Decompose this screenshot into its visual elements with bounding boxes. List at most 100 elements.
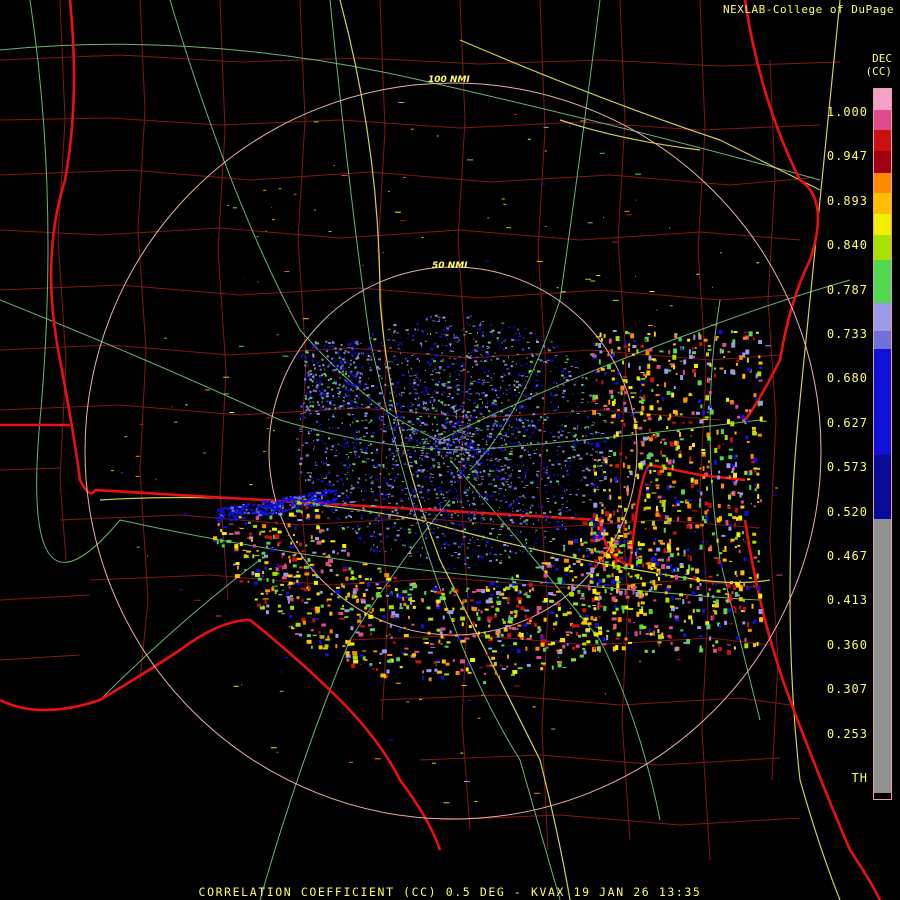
echo-pixel	[390, 472, 393, 474]
echo-pixel	[313, 367, 316, 370]
echo-pixel	[522, 464, 524, 466]
echo-pixel	[512, 429, 515, 432]
echo-pixel	[565, 510, 569, 513]
echo-pixel	[462, 535, 466, 538]
echo-pixel	[640, 411, 644, 416]
echo-pixel	[653, 331, 656, 337]
echo-pixel	[515, 502, 519, 504]
echo-pixel	[717, 475, 721, 480]
echo-pixel	[380, 416, 384, 418]
echo-pixel	[544, 413, 546, 415]
echo-pixel	[431, 379, 434, 381]
echo-pixel	[755, 398, 759, 401]
echo-pixel	[442, 494, 444, 496]
echo-pixel	[316, 430, 319, 431]
echo-pixel	[481, 535, 485, 537]
echo-pixel	[434, 347, 437, 349]
echo-pixel	[402, 392, 405, 394]
echo-pixel	[458, 523, 462, 526]
echo-pixel	[641, 582, 646, 587]
echo-pixel	[592, 534, 596, 540]
echo-pixel	[356, 613, 361, 616]
echo-pixel	[742, 599, 745, 602]
echo-pixel	[264, 513, 269, 516]
echo-pixel	[441, 424, 444, 427]
echo-pixel	[279, 690, 284, 692]
echo-pixel	[645, 562, 648, 565]
echo-pixel	[443, 413, 447, 416]
echo-pixel	[371, 504, 375, 507]
echo-pixel	[341, 549, 346, 552]
echo-pixel	[568, 509, 571, 511]
echo-pixel	[453, 380, 456, 382]
echo-pixel	[498, 459, 502, 461]
echo-pixel	[422, 446, 424, 449]
echo-pixel	[642, 625, 647, 629]
echo-pixel	[622, 360, 624, 365]
echo-pixel	[469, 539, 472, 541]
echo-pixel	[301, 599, 304, 603]
echo-pixel	[496, 607, 500, 612]
echo-pixel	[452, 430, 456, 432]
echo-pixel	[435, 514, 437, 516]
echo-pixel	[721, 534, 726, 537]
echo-pixel	[481, 334, 484, 337]
echo-pixel	[466, 442, 468, 443]
echo-pixel	[504, 375, 506, 377]
echo-pixel	[630, 414, 635, 417]
echo-pixel	[526, 376, 529, 378]
echo-pixel	[623, 376, 628, 378]
echo-pixel	[469, 446, 473, 449]
echo-pixel	[408, 409, 410, 411]
echo-pixel	[571, 434, 573, 437]
echo-pixel	[422, 331, 424, 334]
echo-pixel	[382, 497, 386, 500]
echo-pixel	[624, 540, 630, 543]
echo-pixel	[607, 364, 611, 370]
echo-pixel	[718, 330, 723, 335]
echo-pixel	[440, 514, 443, 516]
echo-pixel	[602, 585, 605, 588]
echo-pixel	[717, 503, 721, 508]
echo-pixel	[690, 435, 693, 438]
echo-pixel	[257, 514, 262, 517]
echo-pixel	[534, 333, 536, 336]
echo-pixel	[661, 501, 666, 507]
echo-pixel	[734, 431, 737, 435]
echo-pixel	[508, 452, 512, 455]
echo-pixel	[580, 402, 584, 404]
echo-pixel	[470, 436, 474, 437]
echo-pixel	[437, 436, 441, 439]
echo-pixel	[548, 475, 552, 477]
echo-pixel	[249, 532, 253, 536]
echo-pixel	[338, 393, 341, 396]
echo-pixel	[367, 583, 370, 588]
echo-pixel	[508, 615, 511, 618]
echo-pixel	[369, 369, 372, 372]
echo-pixel	[436, 591, 442, 594]
echo-pixel	[459, 405, 463, 408]
echo-pixel	[619, 556, 624, 560]
echo-pixel	[365, 387, 369, 389]
echo-pixel	[375, 583, 379, 586]
echo-pixel	[334, 369, 337, 371]
echo-pixel	[312, 551, 317, 554]
echo-pixel	[513, 408, 515, 410]
echo-pixel	[606, 437, 610, 440]
echo-pixel	[709, 409, 714, 415]
echo-pixel	[329, 401, 331, 404]
echo-pixel	[470, 490, 472, 492]
echo-pixel	[355, 429, 358, 432]
echo-pixel	[704, 510, 708, 515]
echo-pixel	[352, 389, 354, 392]
echo-pixel	[346, 526, 349, 528]
echo-pixel	[356, 475, 358, 477]
echo-pixel	[523, 449, 526, 452]
echo-pixel	[640, 389, 643, 393]
echo-pixel	[538, 429, 542, 432]
echo-pixel	[640, 345, 645, 348]
echo-pixel	[485, 351, 489, 354]
echo-pixel	[517, 591, 520, 595]
echo-pixel	[425, 452, 429, 454]
echo-pixel	[472, 549, 474, 552]
